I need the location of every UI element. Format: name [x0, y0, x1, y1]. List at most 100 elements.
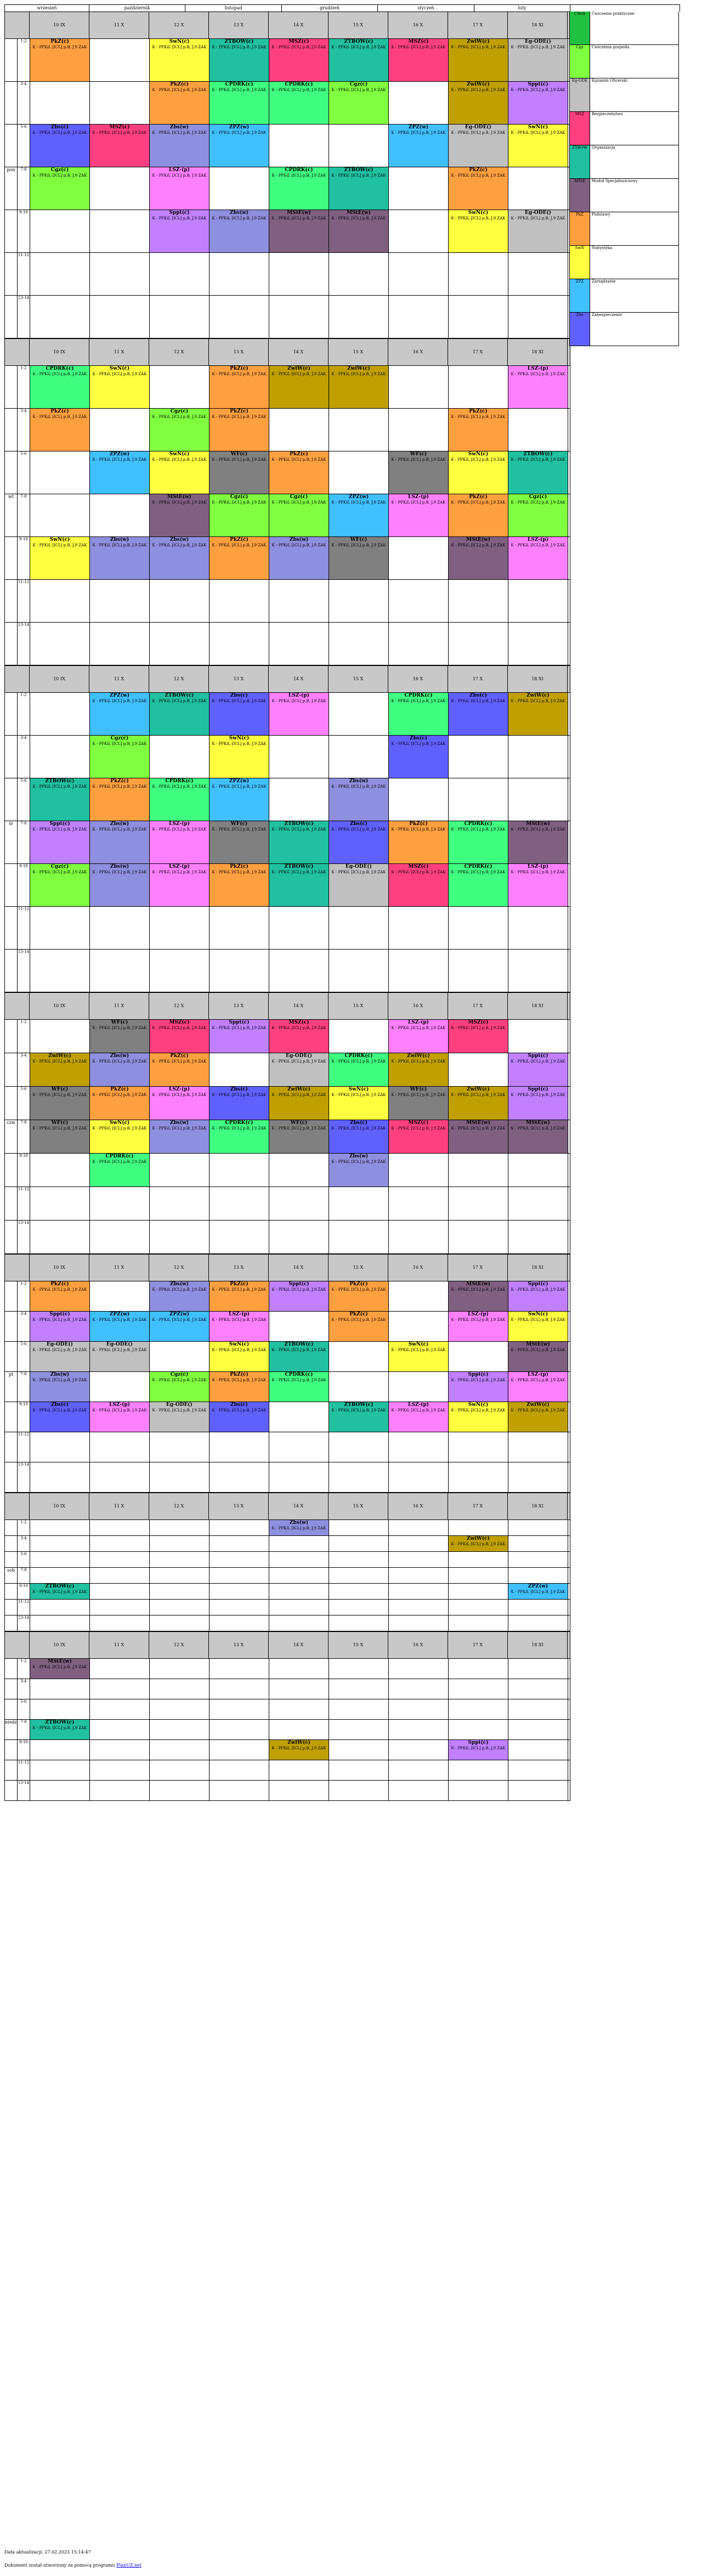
class-cell[interactable] — [30, 1432, 90, 1462]
class-cell[interactable] — [90, 1536, 150, 1551]
class-cell[interactable]: MSZ(ć) K - PPKiL [ICL] p.B, J.9 ZAK — [90, 125, 150, 167]
class-cell[interactable] — [389, 1659, 449, 1679]
class-cell[interactable]: WF(ć) K - PPKiL [ICL] p.B, J.9 ZAK — [269, 1120, 329, 1153]
class-cell[interactable]: Zbs(ć) K - PPKiL [ICL] p.B, J.9 ZAK — [210, 1087, 269, 1120]
class-cell[interactable]: Zbs(ć) K - PPKiL [ICL] p.B, J.9 ZAK — [329, 1120, 389, 1153]
class-cell[interactable] — [30, 580, 90, 622]
class-cell[interactable]: Cgz(ć) K - PPKiL [ICL] p.B, J.9 ZAK — [508, 494, 568, 536]
class-cell[interactable] — [329, 907, 389, 949]
class-cell[interactable] — [269, 1781, 329, 1800]
class-cell[interactable] — [150, 296, 210, 338]
class-cell[interactable]: Zbs(w) K - PPKiL [ICL] p.B, J.9 ZAK — [150, 125, 210, 167]
class-cell[interactable]: ZwiW(ć) K - PPKiL [ICL] p.B, J.9 ZAK — [449, 39, 508, 81]
class-cell[interactable] — [210, 1659, 269, 1679]
class-cell[interactable] — [269, 1699, 329, 1719]
class-cell[interactable] — [329, 253, 389, 295]
class-cell[interactable] — [269, 1659, 329, 1679]
class-cell[interactable]: Sppt(ć) K - PPKiL [ICL] p.B, J.9 ZAK — [449, 1372, 508, 1402]
generator-link[interactable]: PlanUZ.net — [116, 2563, 141, 2568]
class-cell[interactable]: LSZ-(p) K - PPKiL [ICL] p.B, J.9 ZAK — [508, 864, 568, 906]
class-cell[interactable]: LSZ-(p) K - PPKiL [ICL] p.B, J.9 ZAK — [389, 1020, 449, 1053]
class-cell[interactable] — [449, 1154, 508, 1187]
class-cell[interactable]: SwN(ć) K - PPKiL [ICL] p.B, J.9 ZAK — [449, 451, 508, 494]
class-cell[interactable] — [449, 1659, 508, 1679]
class-cell[interactable] — [389, 1372, 449, 1402]
class-cell[interactable]: SwN(ć) K - PPKiL [ICL] p.B, J.9 ZAK — [210, 736, 269, 778]
class-cell[interactable]: WF(ć) K - PPKiL [ICL] p.B, J.9 ZAK — [389, 1087, 449, 1120]
class-cell[interactable]: LSZ-(p) K - PPKiL [ICL] p.B, J.9 ZAK — [210, 1312, 269, 1341]
class-cell[interactable] — [329, 580, 389, 622]
class-cell[interactable] — [389, 623, 449, 665]
class-cell[interactable] — [329, 1615, 389, 1631]
class-cell[interactable] — [90, 1520, 150, 1535]
class-cell[interactable]: PkZ(ć) K - PPKiL [ICL] p.B, J.9 ZAK — [90, 778, 150, 821]
class-cell[interactable]: ZwiW(ć) K - PPKiL [ICL] p.B, J.9 ZAK — [508, 1402, 568, 1432]
class-cell[interactable]: Eg-ODE() K - PPKiL [ICL] p.B, J.9 ZAK — [508, 39, 568, 81]
class-cell[interactable] — [269, 1679, 329, 1699]
class-cell[interactable] — [150, 1552, 210, 1567]
class-cell[interactable] — [449, 1462, 508, 1492]
class-cell[interactable]: SwN(ć) K - PPKiL [ICL] p.B, J.9 ZAK — [508, 1312, 568, 1341]
class-cell[interactable] — [30, 1462, 90, 1492]
class-cell[interactable] — [210, 296, 269, 338]
class-cell[interactable] — [30, 1187, 90, 1220]
class-cell[interactable] — [150, 907, 210, 949]
class-cell[interactable]: PkZ(ć) K - PPKiL [ICL] p.B, J.9 ZAK — [90, 1087, 150, 1120]
class-cell[interactable]: ZTBOW(ć) K - PPKiL [ICL] p.B, J.9 ZAK — [508, 451, 568, 494]
class-cell[interactable]: WF(ć) K - PPKiL [ICL] p.B, J.9 ZAK — [389, 451, 449, 494]
class-cell[interactable] — [449, 778, 508, 821]
class-cell[interactable]: CPDRK(ć) K - PPKiL [ICL] p.B, J.9 ZAK — [150, 778, 210, 821]
class-cell[interactable]: Cgz(ć) K - PPKiL [ICL] p.B, J.9 ZAK — [210, 494, 269, 536]
class-cell[interactable] — [90, 907, 150, 949]
class-cell[interactable] — [30, 1154, 90, 1187]
class-cell[interactable] — [508, 296, 568, 338]
class-cell[interactable]: PkZ(ć) K - PPKiL [ICL] p.B, J.9 ZAK — [210, 366, 269, 408]
class-cell[interactable] — [329, 1659, 389, 1679]
class-cell[interactable] — [508, 167, 568, 210]
class-cell[interactable] — [30, 1221, 90, 1253]
class-cell[interactable]: LSZ-(p) K - PPKiL [ICL] p.B, J.9 ZAK — [449, 1312, 508, 1341]
class-cell[interactable] — [269, 409, 329, 451]
class-cell[interactable]: LSZ-(p) K - PPKiL [ICL] p.B, J.9 ZAK — [150, 1087, 210, 1120]
class-cell[interactable]: WF(ć) K - PPKiL [ICL] p.B, J.9 ZAK — [90, 1020, 150, 1053]
class-cell[interactable] — [389, 167, 449, 210]
class-cell[interactable] — [508, 1020, 568, 1053]
class-cell[interactable] — [210, 1781, 269, 1800]
class-cell[interactable] — [508, 950, 568, 992]
class-cell[interactable] — [508, 253, 568, 295]
class-cell[interactable]: Zbs(w) K - PPKiL [ICL] p.B, J.9 ZAK — [30, 1372, 90, 1402]
class-cell[interactable] — [508, 778, 568, 821]
class-cell[interactable]: PkZ(ć) K - PPKiL [ICL] p.B, J.9 ZAK — [150, 1053, 210, 1086]
class-cell[interactable] — [269, 950, 329, 992]
class-cell[interactable]: ZTBOW(ć) K - PPKiL [ICL] p.B, J.9 ZAK — [30, 778, 90, 821]
class-cell[interactable] — [90, 950, 150, 992]
class-cell[interactable]: PkZ(ć) K - PPKiL [ICL] p.B, J.9 ZAK — [269, 451, 329, 494]
class-cell[interactable]: ZPZ(w) K - PPKiL [ICL] p.B, J.9 ZAK — [90, 1312, 150, 1341]
class-cell[interactable]: Zbs(w) K - PPKiL [ICL] p.B, J.9 ZAK — [150, 1281, 210, 1311]
class-cell[interactable] — [329, 1432, 389, 1462]
class-cell[interactable] — [30, 82, 90, 124]
class-cell[interactable] — [30, 1699, 90, 1719]
class-cell[interactable] — [90, 1552, 150, 1567]
class-cell[interactable] — [329, 125, 389, 167]
class-cell[interactable] — [389, 1187, 449, 1220]
class-cell[interactable]: Eg-ODE() K - PPKiL [ICL] p.B, J.9 ZAK — [30, 1342, 90, 1371]
class-cell[interactable]: Zbs(w) K - PPKiL [ICL] p.B, J.9 ZAK — [329, 1154, 389, 1187]
class-cell[interactable] — [90, 1659, 150, 1679]
class-cell[interactable] — [30, 1615, 90, 1631]
class-cell[interactable]: MStE(w) K - PPKiL [ICL] p.B, J.9 ZAK — [150, 494, 210, 536]
class-cell[interactable] — [329, 736, 389, 778]
class-cell[interactable] — [210, 1568, 269, 1583]
class-cell[interactable] — [389, 409, 449, 451]
class-cell[interactable]: Eg-ODE() K - PPKiL [ICL] p.B, J.9 ZAK — [90, 1342, 150, 1371]
class-cell[interactable]: WF(ć) K - PPKiL [ICL] p.B, J.9 ZAK — [210, 821, 269, 863]
class-cell[interactable] — [210, 580, 269, 622]
class-cell[interactable]: MSZ(ć) K - PPKiL [ICL] p.B, J.9 ZAK — [389, 39, 449, 81]
class-cell[interactable]: SwN(ć) K - PPKiL [ICL] p.B, J.9 ZAK — [210, 1342, 269, 1371]
class-cell[interactable]: CPDRK(ć) K - PPKiL [ICL] p.B, J.9 ZAK — [210, 1120, 269, 1153]
class-cell[interactable] — [210, 1679, 269, 1699]
class-cell[interactable] — [389, 1154, 449, 1187]
class-cell[interactable] — [508, 1699, 568, 1719]
class-cell[interactable]: PkZ(ć) K - PPKiL [ICL] p.B, J.9 ZAK — [449, 494, 508, 536]
class-cell[interactable] — [210, 1221, 269, 1253]
